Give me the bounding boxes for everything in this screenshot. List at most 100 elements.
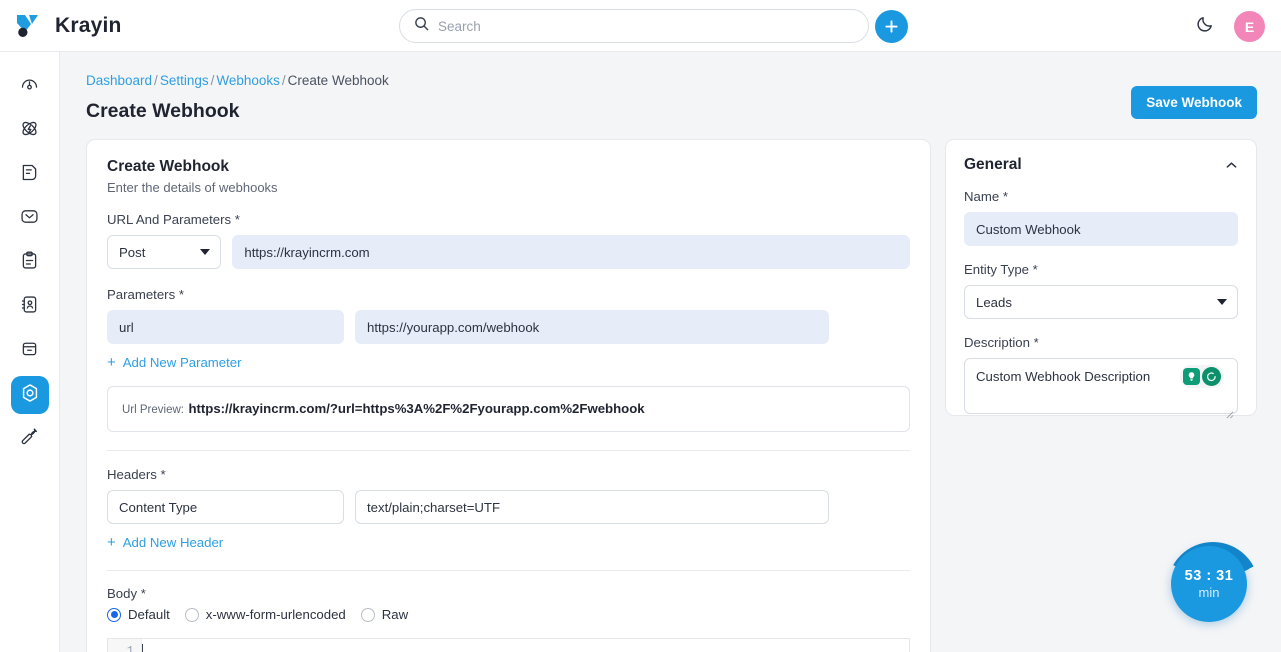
session-timer-widget[interactable]: 53 : 31 min xyxy=(1167,542,1259,634)
editor-line-number: 1 xyxy=(108,639,142,652)
sidebar-item-activities[interactable] xyxy=(11,244,49,282)
content-columns: Create Webhook Enter the details of webh… xyxy=(60,123,1281,652)
entity-type-select[interactable]: Leads xyxy=(964,285,1238,319)
left-sidebar xyxy=(0,52,60,652)
name-label: Name * xyxy=(964,189,1008,204)
description-wrapper xyxy=(964,358,1238,419)
plus-icon: + xyxy=(107,354,116,371)
breadcrumb-link-settings[interactable]: Settings xyxy=(160,73,209,88)
url-parameters-label: URL And Parameters * xyxy=(107,212,240,227)
sidebar-item-mail[interactable] xyxy=(11,200,49,238)
sidebar-item-leads[interactable] xyxy=(11,112,49,150)
url-preview-value: https://krayincrm.com/?url=https%3A%2F%2… xyxy=(188,401,645,416)
hexagon-gear-icon xyxy=(19,382,41,409)
breadcrumb-current: Create Webhook xyxy=(287,73,389,88)
breadcrumb-separator: / xyxy=(210,73,215,88)
create-webhook-card: Create Webhook Enter the details of webh… xyxy=(86,139,931,652)
url-preview-label: Url Preview: xyxy=(122,404,184,416)
body-code-editor[interactable]: 1 xyxy=(107,638,910,652)
radio-option-default[interactable]: Default xyxy=(107,607,170,622)
general-panel-header[interactable]: General xyxy=(964,156,1238,174)
save-webhook-button[interactable]: Save Webhook xyxy=(1131,86,1257,119)
http-method-value: Post xyxy=(119,244,146,260)
header-row xyxy=(107,490,910,524)
timer-face[interactable]: 53 : 31 min xyxy=(1171,546,1247,622)
gauge-icon xyxy=(19,74,40,100)
search-input[interactable] xyxy=(438,18,854,34)
add-new-header-label: Add New Header xyxy=(122,535,224,550)
parameter-row xyxy=(107,310,910,344)
radio-label: x-www-form-urlencoded xyxy=(205,607,346,622)
radio-indicator xyxy=(184,607,199,622)
search-box[interactable] xyxy=(399,9,869,43)
url-row: Post xyxy=(107,235,910,269)
headers-label: Headers * xyxy=(107,467,166,482)
sidebar-item-settings[interactable] xyxy=(10,376,49,414)
app-logo[interactable]: Krayin xyxy=(16,13,122,39)
add-new-button[interactable] xyxy=(875,10,908,43)
webhook-url-input[interactable] xyxy=(232,235,910,269)
top-header: Krayin E xyxy=(0,0,1281,52)
plus-icon: + xyxy=(107,534,116,551)
sidebar-item-quotes[interactable] xyxy=(11,156,49,194)
radio-indicator xyxy=(360,607,375,622)
general-panel-title: General xyxy=(964,156,1022,173)
avatar-initial: E xyxy=(1244,18,1255,35)
page-content: Dashboard / Settings / Webhooks / Create Webho… xyxy=(60,52,1281,652)
general-panel: General Name * Entity Type * Leads xyxy=(945,139,1257,419)
radio-label: Raw xyxy=(381,607,409,622)
parameter-value-input[interactable] xyxy=(355,310,829,344)
timer-time: 53 : 31 xyxy=(1184,568,1234,584)
page-header: Dashboard / Settings / Webhooks / Create Webho… xyxy=(60,52,1281,123)
grammarly-bulb-icon[interactable] xyxy=(1183,368,1200,385)
add-new-parameter-button[interactable]: + Add New Parameter xyxy=(107,355,242,370)
http-method-select[interactable]: Post xyxy=(107,235,222,269)
description-label: Description * xyxy=(964,335,1039,350)
krayin-diamond-logo-icon xyxy=(16,13,46,39)
radio-indicator xyxy=(107,607,121,622)
breadcrumb-separator: / xyxy=(281,73,286,88)
radio-label: Default xyxy=(128,607,170,622)
sidebar-item-configuration[interactable] xyxy=(11,420,49,458)
document-icon xyxy=(19,162,40,188)
sidebar-item-products[interactable] xyxy=(11,332,49,370)
chevron-up-icon[interactable] xyxy=(1225,159,1238,172)
header-value-input[interactable] xyxy=(355,490,829,524)
sidebar-item-dashboard[interactable] xyxy=(11,68,49,106)
timer-unit: min xyxy=(1198,585,1220,600)
entity-type-value: Leads xyxy=(976,294,1012,310)
editor-text-area[interactable] xyxy=(142,639,909,652)
text-cursor xyxy=(142,644,143,652)
app-name: Krayin xyxy=(55,13,122,37)
card-subtitle: Enter the details of webhooks xyxy=(107,180,278,195)
textarea-resize-handle[interactable] xyxy=(1225,406,1234,419)
sidebar-item-contacts[interactable] xyxy=(11,288,49,326)
chevron-down-icon xyxy=(1217,299,1227,305)
address-book-icon xyxy=(19,294,40,320)
clipboard-icon xyxy=(19,250,40,276)
add-new-header-button[interactable]: + Add New Header xyxy=(107,535,223,550)
radio-option-urlencoded[interactable]: x-www-form-urlencoded xyxy=(184,607,346,622)
chevron-down-icon xyxy=(200,249,211,255)
header-key-input[interactable] xyxy=(107,490,344,524)
box-icon xyxy=(19,338,40,364)
webhook-name-input[interactable] xyxy=(964,212,1238,246)
radio-option-raw[interactable]: Raw xyxy=(360,607,409,622)
divider xyxy=(107,570,910,571)
wrench-icon xyxy=(19,426,40,452)
breadcrumb: Dashboard / Settings / Webhooks / Create Webho… xyxy=(86,72,1257,90)
theme-toggle-button[interactable] xyxy=(1193,14,1217,38)
grammarly-logo-icon[interactable] xyxy=(1202,367,1221,386)
breadcrumb-link-dashboard[interactable]: Dashboard xyxy=(86,73,152,88)
parameters-label: Parameters * xyxy=(107,287,184,302)
body-label: Body * xyxy=(107,586,146,601)
card-title: Create Webhook xyxy=(107,158,230,175)
atom-icon xyxy=(19,118,40,144)
writing-assistant-badges[interactable] xyxy=(1180,365,1224,388)
user-avatar[interactable]: E xyxy=(1234,11,1265,42)
breadcrumb-link-webhooks[interactable]: Webhooks xyxy=(216,73,280,88)
page-title: Create Webhook xyxy=(86,100,240,122)
search-icon xyxy=(414,16,429,36)
parameter-key-input[interactable] xyxy=(107,310,344,344)
url-preview-box: Url Preview: https://krayincrm.com/?url=… xyxy=(107,386,910,432)
